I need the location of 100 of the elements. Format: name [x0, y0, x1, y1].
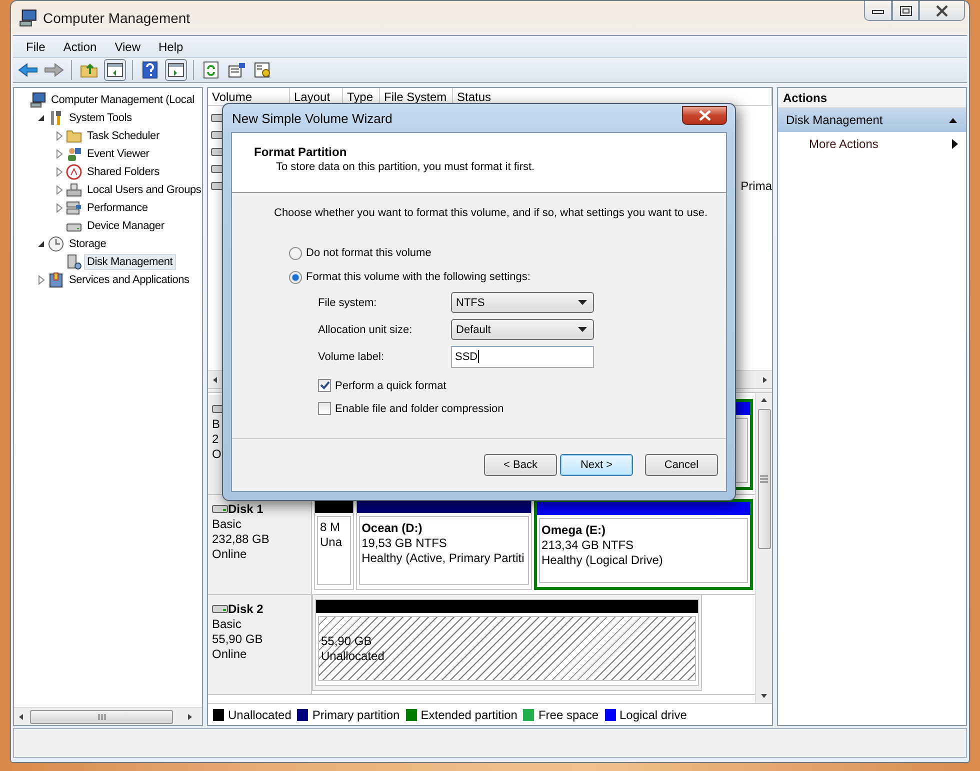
menu-item[interactable]: File [17, 40, 54, 54]
partition-block[interactable]: Omega (E:) 213,34 GB NTFS Healthy (Logical Drive) [534, 499, 753, 590]
page-heading: Format Partition [254, 145, 348, 159]
maximize-button[interactable] [892, 1, 919, 21]
partition-block[interactable]: 8 M Una [314, 499, 354, 590]
disk-info: 55,90 GB [212, 632, 264, 647]
radio-option[interactable]: Format this volume with the following settings: [289, 265, 726, 289]
log-icon [48, 272, 64, 288]
tools-icon [48, 110, 64, 126]
menu-item[interactable]: Help [150, 40, 192, 54]
checkbox[interactable] [318, 379, 331, 392]
disk-info: Online [212, 647, 248, 662]
legend-item: Unallocated [213, 708, 292, 722]
expand-arrow-icon[interactable] [54, 185, 64, 195]
tree-item[interactable]: Device Manager [84, 218, 168, 234]
collapse-arrow-icon[interactable] [36, 239, 46, 249]
disk-drive-icon [212, 604, 228, 614]
tree-item[interactable]: Event Viewer [84, 146, 152, 162]
window-title: Computer Management [43, 10, 192, 26]
field-label: Volume label: [318, 350, 386, 362]
tree-item[interactable]: Performance [84, 200, 151, 216]
radio-button[interactable] [289, 246, 302, 260]
close-button[interactable] [682, 106, 727, 125]
checkbox-option[interactable]: Perform a quick format [318, 374, 726, 397]
partition-name: Ocean (D:) [362, 520, 424, 536]
minimize-button[interactable] [864, 1, 892, 21]
radio-option[interactable]: Do not format this volume [289, 241, 726, 265]
partition-info: 8 M [320, 520, 342, 535]
disk-name: Disk 1 [228, 502, 264, 516]
dropdown-arrow-icon [578, 327, 587, 332]
disk-name: Disk 2 [228, 602, 264, 616]
close-icon [935, 4, 949, 16]
action-item[interactable]: More Actions [778, 132, 966, 156]
tree-item[interactable]: Computer Management (Local [48, 92, 198, 108]
menu-item[interactable]: Action [54, 40, 106, 54]
instruction-text: Choose whether you want to format this volume, and if so, what settings you want to use. [274, 207, 709, 219]
legend-item: Extended partition [406, 708, 518, 722]
tree-item[interactable]: Task Scheduler [84, 128, 162, 144]
device-icon [66, 182, 82, 198]
folder-icon [66, 128, 82, 144]
dropdown[interactable]: NTFS [451, 292, 594, 313]
submenu-arrow-icon [952, 139, 958, 149]
table-cell: Prima [740, 178, 772, 192]
disk-info: Basic [212, 617, 242, 632]
tree-item[interactable]: System Tools [66, 110, 135, 126]
legend-item: Primary partition [297, 708, 400, 722]
computer-icon [19, 9, 37, 27]
checkbox[interactable] [318, 402, 331, 415]
legend-item: Free space [523, 708, 598, 722]
action-section[interactable]: Disk Management [778, 108, 966, 132]
expand-arrow-icon[interactable] [36, 275, 46, 285]
disk-info: Basic [212, 517, 242, 532]
menu-item[interactable]: View [106, 40, 150, 54]
dialog-button[interactable]: Cancel [645, 454, 718, 476]
dialog-button[interactable]: Next > [560, 454, 633, 476]
field-label: File system: [318, 296, 378, 308]
storage-icon [66, 200, 82, 216]
clock-icon [48, 236, 64, 252]
disk-info: 232,88 GB [212, 532, 270, 547]
expand-arrow-icon[interactable] [54, 203, 64, 213]
expand-arrow-icon[interactable] [54, 131, 64, 141]
checkbox-option[interactable]: Enable file and folder compression [318, 397, 726, 420]
panel-toggle-icon[interactable] [104, 59, 126, 81]
partition-info: Healthy (Logical Drive) [542, 553, 664, 568]
collapse-arrow-icon[interactable] [36, 113, 46, 123]
partition-block[interactable]: 55,90 GB Unallocated [315, 599, 699, 686]
disk-info: B [212, 417, 222, 432]
panel-toggle-icon[interactable] [165, 59, 187, 81]
restore-icon [900, 6, 912, 16]
partition-info: 213,34 GB NTFS [542, 538, 635, 553]
close-button[interactable] [919, 1, 965, 21]
dialog-button[interactable]: < Back [484, 454, 557, 476]
users-icon [66, 146, 82, 162]
tree-item[interactable]: Shared Folders [84, 164, 162, 180]
dropdown-arrow-icon [578, 300, 587, 305]
tree-item[interactable]: Local Users and Groups [84, 182, 204, 198]
collapse-arrow-icon[interactable] [948, 116, 958, 124]
dropdown[interactable]: Default [451, 319, 594, 340]
expand-arrow-icon[interactable] [54, 149, 64, 159]
page-subheading: To store data on this partition, you must format it first. [276, 161, 536, 173]
tree-item[interactable]: Disk Management [84, 254, 176, 270]
gauge-icon [66, 164, 82, 180]
dialog-title: New Simple Volume Wizard [232, 110, 394, 126]
tree-item[interactable]: Storage [66, 236, 110, 252]
expand-arrow-icon[interactable] [54, 167, 64, 177]
disk-drive-icon [212, 504, 228, 514]
field-label: Allocation unit size: [318, 324, 414, 336]
partition-name: Omega (E:) [542, 522, 607, 538]
legend-item: Logical drive [604, 708, 687, 722]
input-field[interactable]: SSD [451, 346, 594, 368]
partition-info: Unallocated [321, 648, 386, 664]
disk-info: Online [212, 547, 248, 562]
radio-button[interactable] [289, 270, 302, 284]
disk-info: 2 [212, 432, 220, 447]
minimize-icon [872, 8, 884, 14]
scrollbar-thumb[interactable] [758, 409, 770, 549]
partition-info: Healthy (Active, Primary Partiti [362, 551, 526, 566]
tree-item[interactable]: Services and Applications [66, 272, 192, 288]
partition-block[interactable]: Ocean (D:) 19,53 GB NTFS Healthy (Active, Primary Partiti [356, 499, 532, 590]
scrollbar-thumb[interactable] [30, 710, 173, 724]
